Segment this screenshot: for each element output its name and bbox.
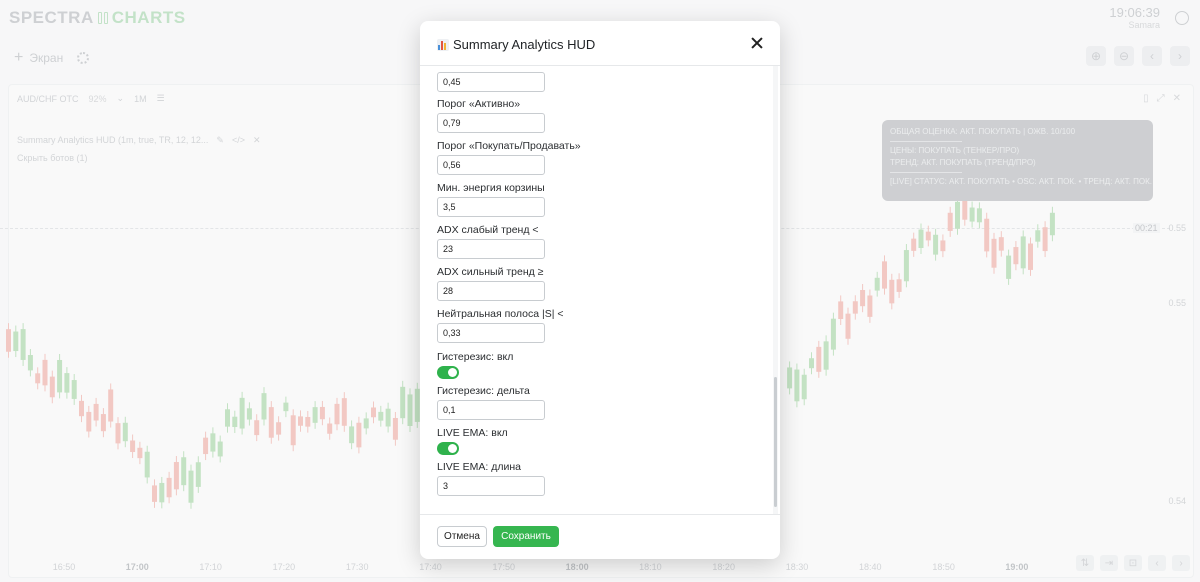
- field-label: Гистерезис: вкл: [437, 351, 514, 363]
- field-adx-weak: ADX слабый тренд < 23: [437, 224, 545, 259]
- field-adx-strong: ADX сильный тренд ≥ 28: [437, 266, 545, 301]
- field-label: Порог «Активно»: [437, 98, 521, 110]
- close-icon[interactable]: [750, 36, 764, 50]
- field-buy-sell-threshold: Порог «Покупать/Продавать» 0,56: [437, 140, 581, 175]
- active-threshold-input[interactable]: 0,79: [437, 113, 545, 133]
- live-ema-length-input[interactable]: 3: [437, 476, 545, 496]
- field-hysteresis-toggle: Гистерезис: вкл: [437, 351, 513, 379]
- top-value-input[interactable]: 0,45: [437, 72, 545, 92]
- hysteresis-toggle[interactable]: [437, 366, 459, 379]
- field-label: Нейтральная полоса |S| <: [437, 308, 564, 320]
- bar-chart-icon: [437, 38, 449, 51]
- field-label: Порог «Покупать/Продавать»: [437, 140, 581, 152]
- field-active-threshold: Порог «Активно» 0,79: [437, 98, 545, 133]
- field-min-energy: Мин. энергия корзины 3,5: [437, 182, 545, 217]
- save-button[interactable]: Сохранить: [493, 526, 559, 547]
- scrollbar[interactable]: [774, 377, 777, 507]
- modal-title-text: Summary Analytics HUD: [453, 37, 596, 52]
- field-label: LIVE EMA: вкл: [437, 427, 508, 439]
- modal-title: Summary Analytics HUD: [437, 37, 595, 52]
- field-label: LIVE EMA: длина: [437, 461, 522, 473]
- cancel-button[interactable]: Отмена: [437, 526, 487, 547]
- field-ema-length: LIVE EMA: длина 3: [437, 461, 545, 496]
- field-hysteresis-delta: Гистерезис: дельта 0,1: [437, 385, 545, 420]
- field-label: Гистерезис: дельта: [437, 385, 530, 397]
- neutral-band-input[interactable]: 0,33: [437, 323, 545, 343]
- settings-modal: Summary Analytics HUD 0,45 Порог «Активн…: [420, 21, 780, 559]
- field-label: ADX слабый тренд <: [437, 224, 539, 236]
- buy-sell-threshold-input[interactable]: 0,56: [437, 155, 545, 175]
- modal-header: Summary Analytics HUD: [420, 21, 780, 66]
- modal-body[interactable]: 0,45 Порог «Активно» 0,79 Порог «Покупат…: [420, 66, 780, 514]
- top-field: 0,45: [437, 72, 545, 92]
- field-label: ADX сильный тренд ≥: [437, 266, 544, 278]
- min-energy-input[interactable]: 3,5: [437, 197, 545, 217]
- field-ema-toggle: LIVE EMA: вкл: [437, 427, 508, 455]
- adx-weak-input[interactable]: 23: [437, 239, 545, 259]
- modal-footer: Отмена Сохранить: [420, 514, 780, 559]
- adx-strong-input[interactable]: 28: [437, 281, 545, 301]
- hysteresis-delta-input[interactable]: 0,1: [437, 400, 545, 420]
- live-ema-toggle[interactable]: [437, 442, 459, 455]
- field-label: Мин. энергия корзины: [437, 182, 545, 194]
- field-neutral-band: Нейтральная полоса |S| < 0,33: [437, 308, 564, 343]
